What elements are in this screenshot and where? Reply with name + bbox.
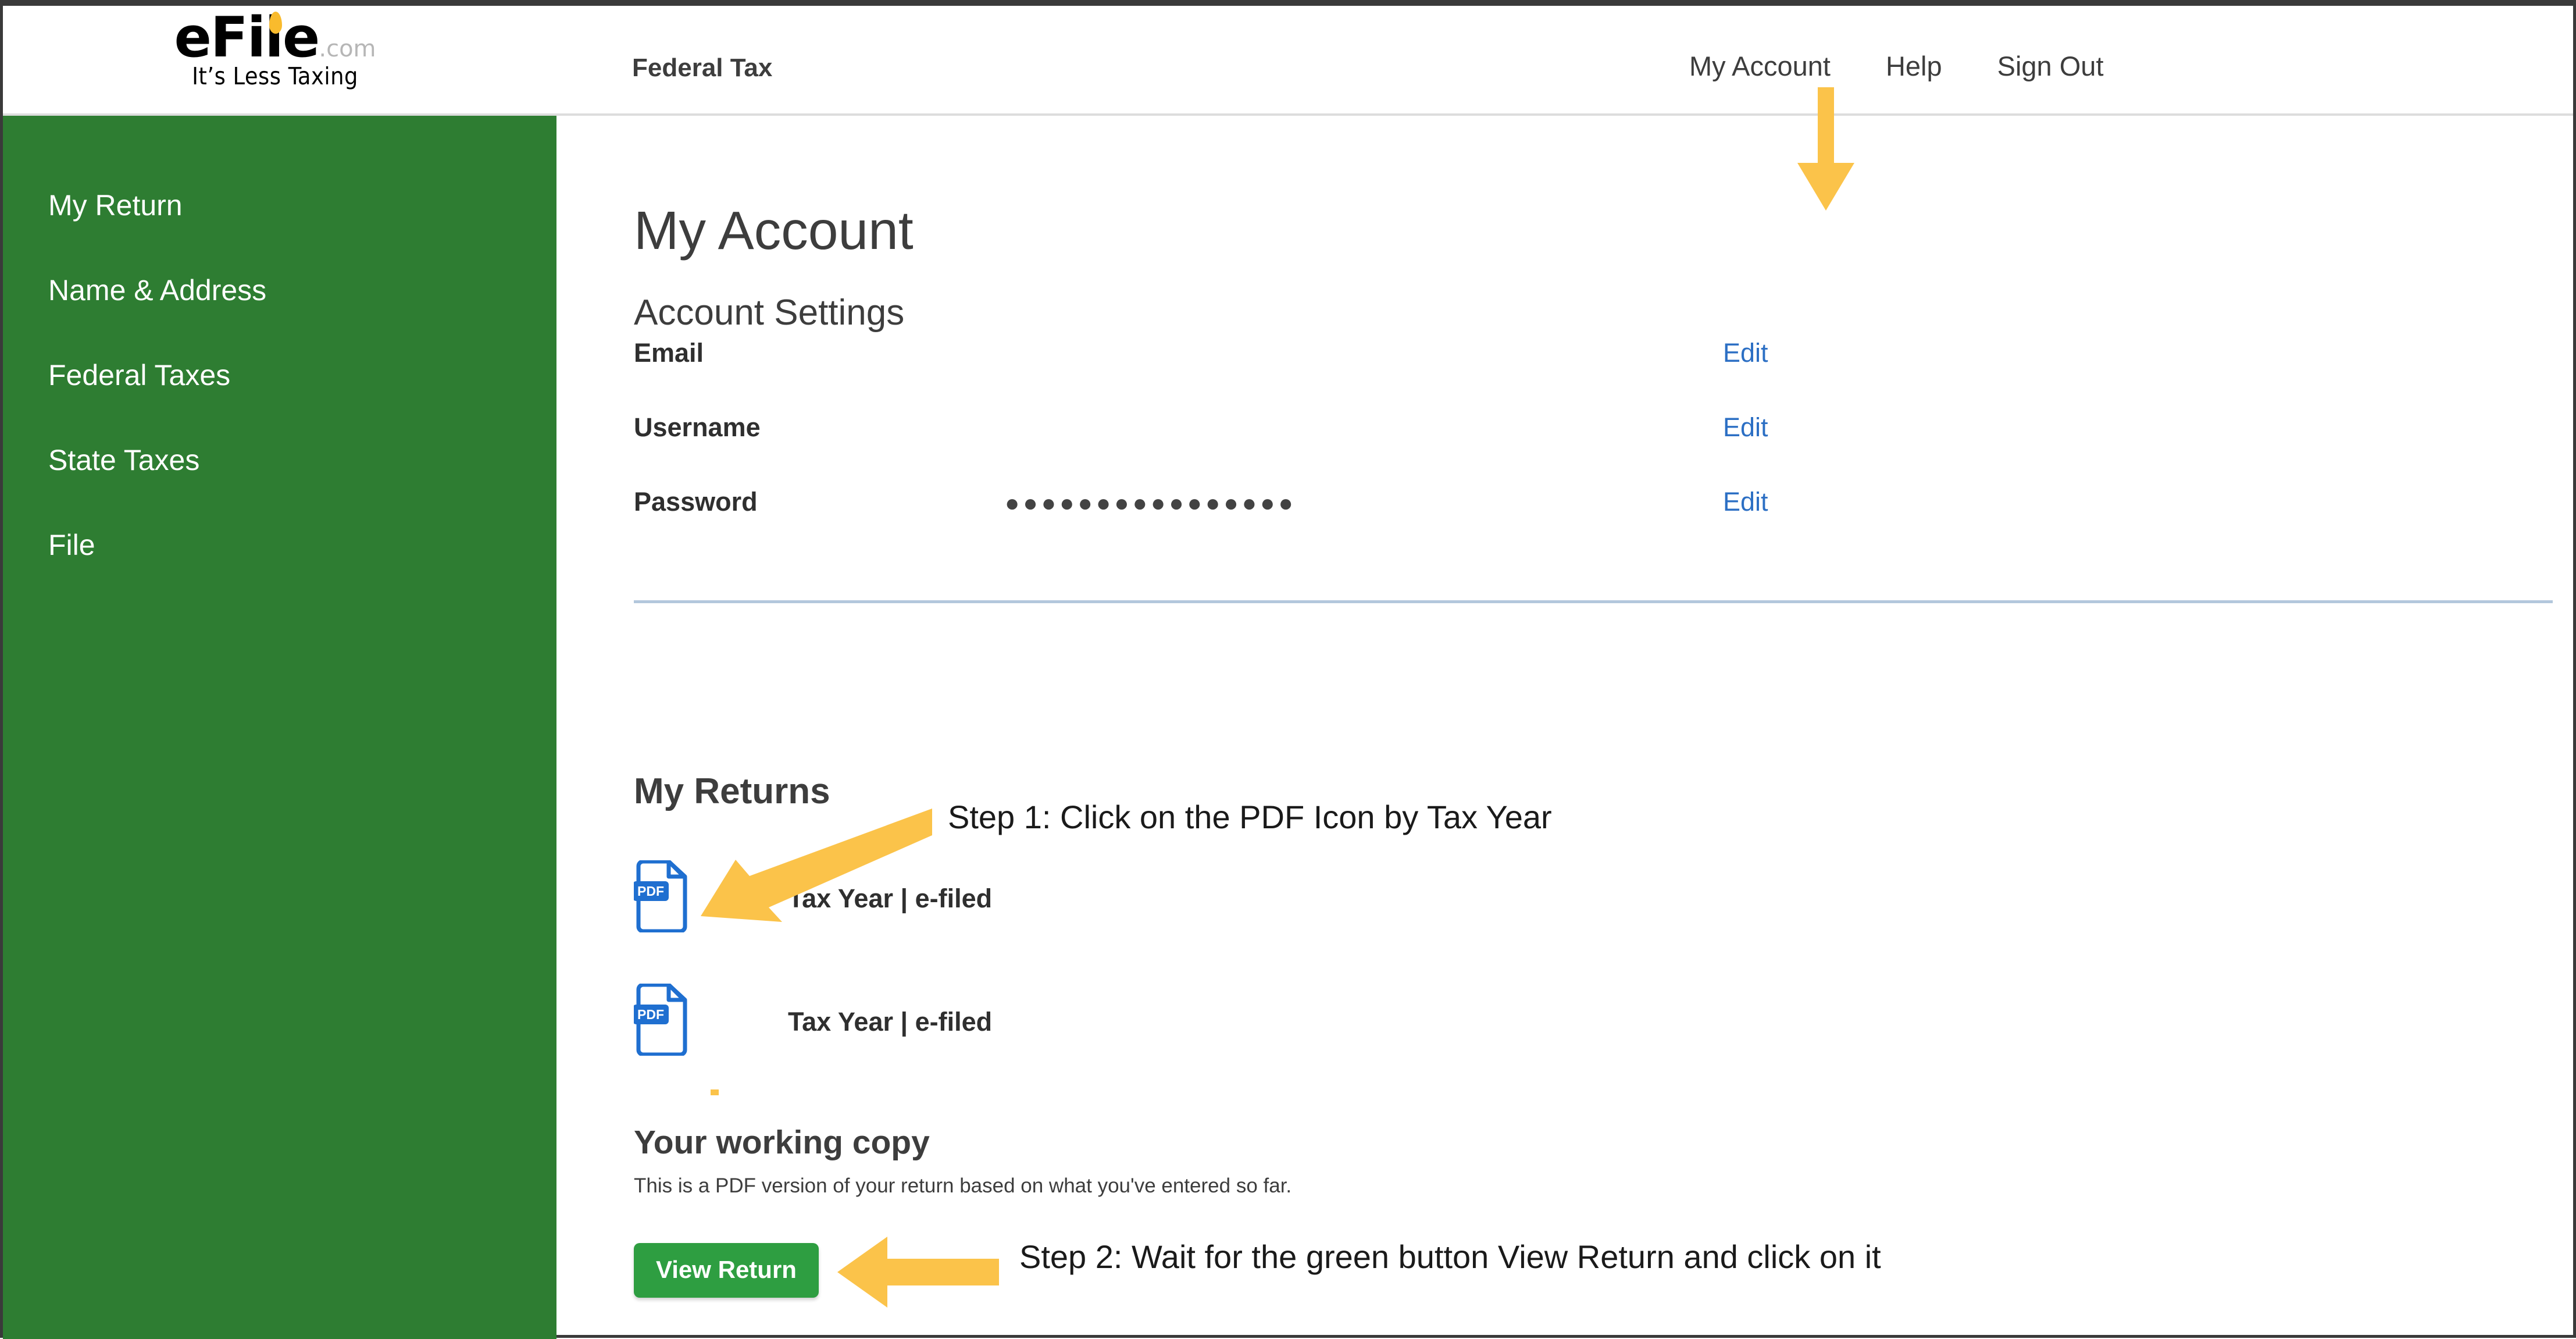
settings-row-password: Password ●●●●●●●●●●●●●●●● Edit [634, 487, 2320, 519]
edit-username-link[interactable]: Edit [1723, 412, 1768, 443]
email-label: Email [634, 338, 704, 368]
settings-row-username: Username Edit [634, 412, 2320, 445]
main-content: My Account Account Settings Email Edit U… [556, 116, 2573, 1335]
edit-password-link[interactable]: Edit [1723, 487, 1768, 517]
efile-logo[interactable]: eFile.com It’s Less Taxing [153, 10, 397, 91]
header-nav: My Account Help Sign Out [1689, 50, 2104, 82]
sidebar-nav: My Return Name & Address Federal Taxes S… [3, 116, 556, 1339]
nav-item-my-account[interactable]: My Account [1689, 50, 1831, 82]
logo-dotcom-text: .com [319, 35, 376, 62]
password-value: ●●●●●●●●●●●●●●●● [1005, 489, 1297, 517]
app-header: eFile.com It’s Less Taxing Federal Tax M… [3, 6, 2573, 116]
sidebar-item-federal-taxes[interactable]: Federal Taxes [3, 358, 556, 392]
logo-wordmark: eFile.com [174, 10, 376, 66]
nav-item-help[interactable]: Help [1886, 50, 1942, 82]
section-divider [634, 600, 2553, 603]
arrow-artifact [711, 1089, 719, 1095]
arrow-down-icon [1794, 87, 1858, 215]
account-settings-heading: Account Settings [634, 293, 905, 333]
pdf-icon[interactable]: PDF [633, 859, 690, 934]
password-label: Password [634, 487, 758, 517]
nav-item-sign-out[interactable]: Sign Out [1997, 50, 2104, 82]
working-copy-description: This is a PDF version of your return bas… [634, 1174, 1292, 1197]
browser-window-frame: eFile.com It’s Less Taxing Federal Tax M… [0, 0, 2576, 1339]
sidebar-item-state-taxes[interactable]: State Taxes [3, 443, 556, 477]
logo-main-text: eFile [174, 6, 320, 70]
settings-row-email: Email Edit [634, 338, 2320, 371]
arrow-left-up-icon [689, 809, 933, 936]
pdf-icon[interactable]: PDF [633, 982, 690, 1057]
page-title: My Account [634, 200, 914, 261]
sidebar-item-file[interactable]: File [3, 528, 556, 562]
edit-email-link[interactable]: Edit [1723, 338, 1768, 368]
page-section-title: Federal Tax [632, 54, 773, 82]
svg-text:PDF: PDF [637, 884, 664, 899]
working-copy-title: Your working copy [634, 1124, 930, 1161]
username-label: Username [634, 412, 761, 442]
view-return-button[interactable]: View Return [634, 1243, 819, 1298]
annotation-step-2: Step 2: Wait for the green button View R… [1019, 1238, 1881, 1275]
annotation-step-1: Step 1: Click on the PDF Icon by Tax Yea… [948, 799, 1552, 835]
sidebar-item-name-address[interactable]: Name & Address [3, 273, 556, 307]
svg-text:PDF: PDF [637, 1007, 664, 1022]
my-returns-heading: My Returns [634, 771, 830, 812]
sidebar-item-my-return[interactable]: My Return [3, 188, 556, 222]
return-label: Tax Year | e-filed [788, 1007, 992, 1037]
arrow-left-icon [837, 1233, 1000, 1315]
return-status: Tax Year | e-filed [788, 1007, 993, 1037]
